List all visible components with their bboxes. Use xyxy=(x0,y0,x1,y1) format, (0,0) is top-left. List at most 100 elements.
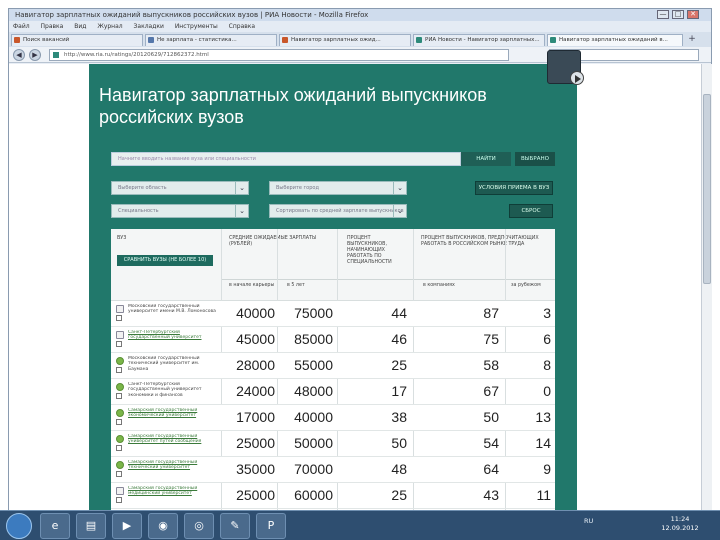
maximize-button[interactable]: □ xyxy=(672,10,684,19)
compare-button[interactable]: СРАВНИТЬ ВУЗЫ (НЕ БОЛЕЕ 10) xyxy=(117,255,213,266)
back-button[interactable]: ◀ xyxy=(13,49,25,61)
tab-2[interactable]: Не зарплата - статистика... xyxy=(145,34,277,46)
city-select[interactable]: Выберите город ⌄ xyxy=(269,181,407,195)
search-input[interactable]: Начните вводить название вуза или специа… xyxy=(111,152,461,166)
clock-date: 12.09.2012 xyxy=(661,524,699,532)
tab-label: Не зарплата - статистика... xyxy=(157,37,237,43)
table-row[interactable]: Самарский государственный технический ун… xyxy=(111,457,555,483)
compare-checkbox[interactable] xyxy=(116,393,122,399)
powerpoint-icon[interactable]: P xyxy=(256,513,286,539)
chrome-icon[interactable]: ◎ xyxy=(184,513,214,539)
tab-5-active[interactable]: Навигатор зарплатных ожиданий в... xyxy=(547,34,683,46)
favicon-icon xyxy=(416,37,422,43)
header-salary: СРЕДНИЕ ОЖИДАЕМЫЕ ЗАРПЛАТЫ (РУБЛЕЙ) xyxy=(229,236,317,247)
salary-start-cell: 40000 xyxy=(236,305,275,321)
percent-abroad-cell: 8 xyxy=(543,357,551,373)
menu-file[interactable]: Файл xyxy=(13,23,30,30)
ie-icon[interactable]: e xyxy=(40,513,70,539)
media-player-icon[interactable]: ▶ xyxy=(112,513,142,539)
page-scrollbar[interactable] xyxy=(701,64,712,511)
url-bar[interactable]: http://www.ria.ru/ratings/20120629/71286… xyxy=(49,49,509,61)
university-green-icon xyxy=(116,435,124,443)
salary-start-cell: 45000 xyxy=(236,331,275,347)
table-row[interactable]: Самарский государственный экономический … xyxy=(111,405,555,431)
menu-history[interactable]: Журнал xyxy=(97,23,122,30)
minimize-button[interactable]: — xyxy=(657,10,669,19)
university-doc-icon xyxy=(116,305,124,313)
header-companies: в компаниях xyxy=(423,283,455,288)
university-name: Московский государственный технический у… xyxy=(128,356,200,372)
table-row[interactable]: Санкт-Петербургский государственный унив… xyxy=(111,379,555,405)
favicon-icon xyxy=(550,37,556,43)
compare-checkbox[interactable] xyxy=(116,471,122,477)
search-row: Начните вводить название вуза или специа… xyxy=(111,152,555,166)
percent-abroad-cell: 6 xyxy=(543,331,551,347)
search-button[interactable]: НАЙТИ xyxy=(461,152,511,166)
salary-start-cell: 25000 xyxy=(236,435,275,451)
compare-checkbox[interactable] xyxy=(116,315,122,321)
percent-specialty-cell: 17 xyxy=(391,383,407,399)
university-name[interactable]: Самарский государственный технический ун… xyxy=(128,460,218,478)
university-name[interactable]: Самарский государственный экономический … xyxy=(128,408,218,426)
percent-specialty-cell: 48 xyxy=(391,461,407,477)
university-green-icon xyxy=(116,383,124,391)
university-name[interactable]: Самарский государственный медицинский ун… xyxy=(128,486,218,504)
tab-4[interactable]: РИА Новости - Навигатор зарплатных... xyxy=(413,34,545,46)
region-select[interactable]: Выберите область ⌄ xyxy=(111,181,249,195)
header-start: в начале карьеры xyxy=(229,283,275,288)
percent-specialty-cell: 25 xyxy=(391,357,407,373)
salary-5y-cell: 55000 xyxy=(294,357,333,373)
percent-abroad-cell: 0 xyxy=(543,383,551,399)
sort-select[interactable]: Сортировать по средней зарплате выпускни… xyxy=(269,204,407,218)
tab-3[interactable]: Навигатор зарплатных ожид... xyxy=(279,34,411,46)
explorer-icon[interactable]: ▤ xyxy=(76,513,106,539)
play-icon[interactable] xyxy=(570,71,584,85)
menu-view[interactable]: Вид xyxy=(74,23,86,30)
percent-companies-cell: 50 xyxy=(483,409,499,425)
header-5years: в 5 лет xyxy=(287,283,305,288)
new-tab-button[interactable]: + xyxy=(687,35,697,45)
selected-button[interactable]: ВЫБРАНО xyxy=(515,152,555,166)
start-button[interactable] xyxy=(6,513,32,539)
header-probability: ПРОЦЕНТ ВЫПУСКНИКОВ, НАЧИНАЮЩИХ РАБОТАТЬ… xyxy=(347,236,392,265)
scrollbar-thumb[interactable] xyxy=(703,94,711,284)
salary-5y-cell: 40000 xyxy=(294,409,333,425)
university-name[interactable]: Санкт-Петербургский государственный унив… xyxy=(128,330,218,348)
compare-checkbox[interactable] xyxy=(116,419,122,425)
salary-start-cell: 35000 xyxy=(236,461,275,477)
table-row[interactable]: Московский государственный технический у… xyxy=(111,353,555,379)
firefox-icon[interactable]: ◉ xyxy=(148,513,178,539)
compare-checkbox[interactable] xyxy=(116,497,122,503)
menu-edit[interactable]: Правка xyxy=(41,23,64,30)
menu-help[interactable]: Справка xyxy=(229,23,255,30)
menu-tools[interactable]: Инструменты xyxy=(175,23,218,30)
university-name[interactable]: Самарский государственный университет пу… xyxy=(128,434,218,452)
language-indicator[interactable]: RU xyxy=(584,517,593,525)
paint-icon[interactable]: ✎ xyxy=(220,513,250,539)
specialty-select[interactable]: Специальность ⌄ xyxy=(111,204,249,218)
percent-specialty-cell: 44 xyxy=(391,305,407,321)
system-clock[interactable]: 11:24 12.09.2012 xyxy=(660,515,700,533)
compare-checkbox[interactable] xyxy=(116,367,122,373)
tab-label: Поиск вакансий xyxy=(23,37,70,43)
table-row[interactable]: Самарский государственный университет пу… xyxy=(111,431,555,457)
forward-button[interactable]: ▶ xyxy=(29,49,41,61)
header-vuz: ВУЗ xyxy=(117,236,127,241)
table-row[interactable]: Санкт-Петербургский государственный унив… xyxy=(111,327,555,353)
menu-bookmarks[interactable]: Закладки xyxy=(134,23,164,30)
salary-start-cell: 24000 xyxy=(236,383,275,399)
tab-label: Навигатор зарплатных ожид... xyxy=(291,37,381,43)
salary-5y-cell: 60000 xyxy=(294,487,333,503)
browser-window: Навигатор зарплатных ожиданий выпускнико… xyxy=(8,8,713,511)
close-button[interactable]: ✕ xyxy=(687,10,699,19)
compare-checkbox[interactable] xyxy=(116,341,122,347)
table-row[interactable]: Самарский государственный медицинский ун… xyxy=(111,483,555,509)
admission-conditions-button[interactable]: УСЛОВИЯ ПРИЕМА В ВУЗ xyxy=(475,181,553,195)
compare-checkbox[interactable] xyxy=(116,445,122,451)
reset-button[interactable]: СБРОС xyxy=(509,204,553,218)
percent-abroad-cell: 13 xyxy=(535,409,551,425)
table-row[interactable]: Московский государственный университет и… xyxy=(111,301,555,327)
percent-abroad-cell: 14 xyxy=(535,435,551,451)
percent-companies-cell: 43 xyxy=(483,487,499,503)
tab-1[interactable]: Поиск вакансий xyxy=(11,34,143,46)
